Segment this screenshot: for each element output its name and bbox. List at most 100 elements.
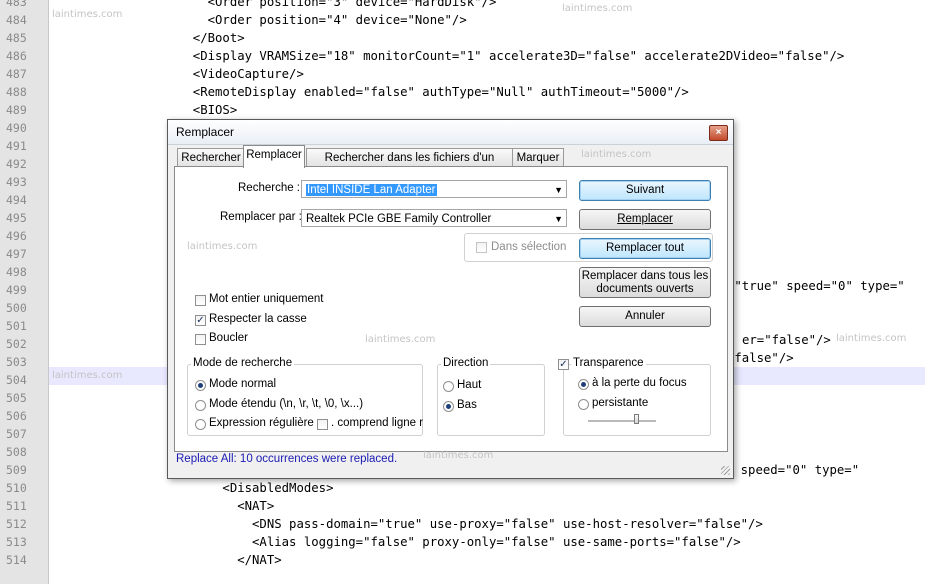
line-number: 501: [6, 319, 27, 333]
match-case-checkbox[interactable]: ✓: [195, 315, 206, 326]
in-selection-checkbox[interactable]: [476, 242, 487, 253]
direction-up-label: Haut: [457, 379, 482, 391]
code-fragment: "false"/>: [727, 351, 794, 365]
code-fragment: ="true" speed="0" type=": [727, 279, 905, 293]
search-input[interactable]: Intel INSIDE Lan Adapter: [306, 184, 437, 196]
dropdown-arrow-icon[interactable]: ▼: [554, 181, 563, 199]
line-number: 499: [6, 283, 27, 297]
transparency-always-label: persistante: [592, 397, 649, 409]
transparency-slider-thumb[interactable]: [634, 414, 639, 424]
line-number: 489: [6, 103, 27, 117]
code-line: <Display VRAMSize="18" monitorCount="1" …: [178, 49, 845, 63]
line-number: 514: [6, 553, 27, 567]
line-number: 487: [6, 67, 27, 81]
code-line: <RemoteDisplay enabled="false" authType=…: [178, 85, 689, 99]
find-next-button[interactable]: Suivant: [579, 180, 711, 201]
code-line: <DisabledModes>: [178, 481, 334, 495]
watermark: laintimes.com: [187, 241, 258, 252]
direction-title: Direction: [441, 357, 491, 369]
line-number: 498: [6, 265, 27, 279]
code-line: <DNS pass-domain="true" use-proxy="false…: [178, 517, 763, 531]
cancel-button[interactable]: Annuler: [579, 306, 711, 327]
line-number: 503: [6, 355, 27, 369]
line-number: 490: [6, 121, 27, 135]
replace-button[interactable]: Remplacer: [579, 209, 711, 230]
extended-mode-radio[interactable]: [195, 400, 206, 411]
tab-replace[interactable]: Remplacer: [243, 145, 305, 168]
search-label: Recherche :: [238, 182, 301, 194]
dot-newline-label: . comprend ligne r: [331, 417, 424, 429]
code-line: </NAT>: [178, 553, 282, 567]
line-number: 505: [6, 391, 27, 405]
match-case-label: Respecter la casse: [209, 313, 307, 325]
line-number: 512: [6, 517, 27, 531]
code-line: <Order position="3" device="HardDisk"/>: [178, 0, 497, 9]
dialog-titlebar[interactable]: Remplacer ×: [168, 120, 733, 145]
line-number: 511: [6, 499, 27, 513]
transparency-always-radio[interactable]: [578, 399, 589, 410]
close-icon: ×: [715, 127, 722, 138]
resize-grip-icon[interactable]: [721, 466, 730, 475]
watermark: laintimes.com: [562, 3, 633, 14]
replace-panel: Recherche : Intel INSIDE Lan Adapter ▼ R…: [174, 166, 728, 452]
direction-up-radio[interactable]: [443, 381, 454, 392]
replace-label: Remplacer par :: [220, 211, 302, 223]
tab-find[interactable]: Rechercher: [177, 148, 245, 167]
regex-mode-label: Expression régulière: [209, 417, 314, 429]
replace-all-open-docs-button[interactable]: Remplacer dans tous les documents ouvert…: [579, 267, 711, 298]
whole-word-label: Mot entier uniquement: [209, 293, 324, 305]
line-number: 491: [6, 139, 27, 153]
line-number: 486: [6, 49, 27, 63]
status-message: Replace All: 10 occurrences were replace…: [176, 453, 398, 465]
transparency-checkbox[interactable]: ✓: [558, 359, 569, 370]
line-number: 492: [6, 157, 27, 171]
dialog-title: Remplacer: [176, 125, 235, 139]
line-number: 497: [6, 247, 27, 261]
code-line: <Order position="4" device="None"/>: [178, 13, 467, 27]
search-mode-title: Mode de recherche: [191, 357, 295, 369]
normal-mode-label: Mode normal: [209, 378, 277, 390]
line-number: 508: [6, 445, 27, 459]
replace-all-button[interactable]: Remplacer tout: [579, 238, 711, 259]
replace-input[interactable]: Realtek PCIe GBE Family Controller: [306, 210, 491, 228]
wrap-around-checkbox[interactable]: [195, 334, 206, 345]
close-button[interactable]: ×: [709, 125, 728, 141]
line-number: 500: [6, 301, 27, 315]
whole-word-checkbox[interactable]: [195, 295, 206, 306]
line-number: 483: [6, 0, 27, 9]
transparency-title: Transparence: [571, 357, 646, 369]
watermark: laintimes.com: [52, 9, 123, 20]
watermark: laintimes.com: [365, 334, 436, 345]
line-number: 504: [6, 373, 27, 387]
tab-mark[interactable]: Marquer: [512, 148, 564, 167]
watermark: laintimes.com: [581, 149, 652, 160]
line-number: 485: [6, 31, 27, 45]
code-line: <VideoCapture/>: [178, 67, 304, 81]
transparency-slider-track[interactable]: [588, 420, 656, 423]
line-number: 502: [6, 337, 27, 351]
line-number: 496: [6, 229, 27, 243]
direction-down-label: Bas: [457, 399, 477, 411]
direction-down-radio[interactable]: [443, 401, 454, 412]
replace-combobox[interactable]: Realtek PCIe GBE Family Controller ▼: [301, 209, 567, 227]
code-line: <NAT>: [178, 499, 275, 513]
tab-find-in-files[interactable]: Rechercher dans les fichiers d'un dossie…: [306, 148, 513, 182]
normal-mode-radio[interactable]: [195, 380, 206, 391]
watermark: laintimes.com: [52, 370, 123, 381]
code-fragment: er="false"/>: [742, 333, 831, 347]
line-number-gutter: 483 484 485 486 487 488 489 490 491 492 493 494 495 4…: [0, 0, 49, 584]
search-combobox[interactable]: Intel INSIDE Lan Adapter ▼: [301, 180, 567, 198]
code-line: </Boot>: [178, 31, 245, 45]
dropdown-arrow-icon[interactable]: ▼: [554, 210, 563, 228]
transparency-on-lose-focus-label: à la perte du focus: [592, 377, 687, 389]
transparency-on-lose-focus-radio[interactable]: [578, 379, 589, 390]
line-number: 509: [6, 463, 27, 477]
watermark: laintimes.com: [423, 450, 494, 461]
line-number: 510: [6, 481, 27, 495]
line-number: 513: [6, 535, 27, 549]
replace-dialog: Remplacer × Rechercher Remplacer Recherc…: [167, 119, 734, 479]
line-number: 494: [6, 193, 27, 207]
regex-mode-radio[interactable]: [195, 419, 206, 430]
dot-newline-checkbox[interactable]: [317, 419, 328, 430]
line-number: 506: [6, 409, 27, 423]
